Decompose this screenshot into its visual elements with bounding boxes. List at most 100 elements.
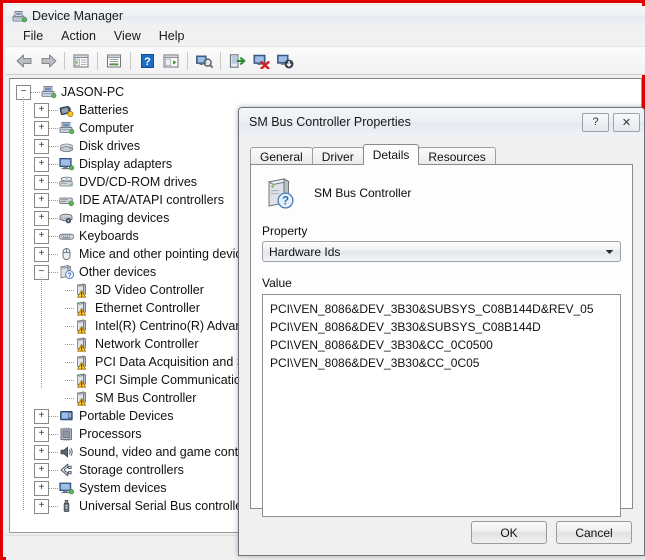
portable-icon — [58, 408, 75, 424]
expand-icon[interactable]: + — [34, 246, 49, 262]
value-list-item[interactable]: PCI\VEN_8086&DEV_3B30&SUBSYS_C08B144D — [263, 318, 620, 336]
properties-icon[interactable] — [102, 49, 126, 73]
expand-icon[interactable]: + — [34, 426, 49, 442]
tree-connector — [49, 181, 58, 183]
back-icon[interactable] — [12, 49, 36, 73]
tree-connector — [65, 289, 74, 291]
show-hide-console-tree-icon[interactable] — [69, 49, 93, 73]
menu-file[interactable]: File — [14, 27, 52, 45]
tree-item-label: Keyboards — [79, 229, 139, 243]
tree-connector — [49, 199, 58, 201]
tab-general[interactable]: General — [250, 147, 313, 165]
enable-device-icon[interactable] — [225, 49, 249, 73]
expand-icon[interactable]: + — [34, 156, 49, 172]
tree-item-label: Ethernet Controller — [95, 301, 200, 315]
ide-icon — [58, 192, 75, 208]
tree-connector — [49, 451, 58, 453]
scan-for-hardware-changes-icon[interactable] — [192, 49, 216, 73]
property-selected-value: Hardware Ids — [269, 244, 341, 259]
expand-icon[interactable]: + — [34, 192, 49, 208]
keyboard-icon — [58, 228, 75, 244]
value-list[interactable]: PCI\VEN_8086&DEV_3B30&SUBSYS_C08B144D&RE… — [262, 294, 621, 517]
menu-view[interactable]: View — [105, 27, 150, 45]
tree-connector — [49, 271, 58, 273]
tab-driver[interactable]: Driver — [311, 147, 364, 165]
tree-connector — [49, 415, 58, 417]
collapse-icon[interactable]: − — [16, 84, 31, 100]
uninstall-device-icon[interactable] — [249, 49, 273, 73]
tree-item-label: Disk drives — [79, 139, 141, 153]
tree-item-label: SM Bus Controller — [95, 391, 197, 405]
tree-connector — [65, 379, 74, 381]
dialog-title: SM Bus Controller Properties — [249, 115, 411, 129]
toolbar-separator — [187, 51, 188, 70]
cancel-button[interactable]: Cancel — [556, 521, 632, 544]
value-list-item[interactable]: PCI\VEN_8086&DEV_3B30&CC_0C05 — [263, 354, 620, 372]
dvd-icon — [58, 174, 75, 190]
tree-connector — [65, 307, 74, 309]
expand-icon[interactable]: + — [34, 462, 49, 478]
forward-icon[interactable] — [36, 49, 60, 73]
ok-button[interactable]: OK — [471, 521, 547, 544]
toolbar-separator — [220, 51, 221, 70]
expand-icon[interactable]: + — [34, 174, 49, 190]
dialog-help-button[interactable]: ? — [582, 112, 609, 132]
sound-icon — [58, 444, 75, 460]
property-dropdown[interactable]: Hardware Ids — [262, 241, 621, 262]
device-manager-icon — [12, 9, 28, 23]
details-tab-pane: ? SM Bus Controller Property Hardware Id… — [250, 164, 633, 517]
tree-connector — [49, 109, 58, 111]
tree-item-label: System devices — [79, 481, 167, 495]
disable-device-icon[interactable] — [273, 49, 297, 73]
tree-guide-line — [22, 97, 24, 511]
tree-connector — [65, 361, 74, 363]
tree-item-label: Processors — [79, 427, 142, 441]
processor-icon — [58, 426, 75, 442]
warning-device-icon — [74, 282, 91, 298]
expand-icon[interactable]: + — [34, 408, 49, 424]
tab-details[interactable]: Details — [362, 144, 420, 165]
unknown-device-large-icon: ? — [262, 176, 296, 210]
expand-icon[interactable]: + — [34, 228, 49, 244]
dialog-title-bar: SM Bus Controller Properties ? ✕ — [239, 108, 644, 136]
warning-device-icon — [74, 318, 91, 334]
menu-action[interactable]: Action — [52, 27, 105, 45]
update-driver-icon[interactable] — [159, 49, 183, 73]
warning-device-icon — [74, 372, 91, 388]
expand-icon[interactable]: + — [34, 120, 49, 136]
tree-item-jason-pc[interactable]: − JASON-PC — [10, 83, 641, 101]
toolbar-separator — [130, 51, 131, 70]
value-list-item[interactable]: PCI\VEN_8086&DEV_3B30&SUBSYS_C08B144D&RE… — [263, 300, 620, 318]
expand-icon[interactable]: + — [34, 444, 49, 460]
camera-icon — [58, 210, 75, 226]
tree-connector — [49, 145, 58, 147]
expand-icon[interactable]: + — [34, 210, 49, 226]
dialog-footer: OK Cancel — [462, 521, 632, 544]
system-icon — [58, 480, 75, 496]
tree-connector — [49, 469, 58, 471]
dialog-body: General Driver Details Resources ? SM Bu… — [239, 136, 644, 555]
computer-icon — [58, 120, 75, 136]
expand-icon[interactable]: + — [34, 498, 49, 514]
tree-item-label: 3D Video Controller — [95, 283, 204, 297]
tree-connector — [49, 433, 58, 435]
expand-icon[interactable]: + — [34, 480, 49, 496]
value-list-item[interactable]: PCI\VEN_8086&DEV_3B30&CC_0C0500 — [263, 336, 620, 354]
tree-item-label: DVD/CD-ROM drives — [79, 175, 198, 189]
help-icon[interactable]: ? — [135, 49, 159, 73]
dialog-close-button[interactable]: ✕ — [613, 112, 640, 132]
tree-connector — [49, 253, 58, 255]
tab-resources[interactable]: Resources — [418, 147, 496, 165]
collapse-icon[interactable]: − — [34, 264, 49, 280]
warning-device-icon — [74, 354, 91, 370]
expand-icon[interactable]: + — [34, 102, 49, 118]
menu-help[interactable]: Help — [150, 27, 194, 45]
tree-item-label: Display adapters — [79, 157, 173, 171]
usb-icon — [58, 498, 75, 514]
tree-connector — [31, 91, 40, 93]
expand-icon[interactable]: + — [34, 138, 49, 154]
